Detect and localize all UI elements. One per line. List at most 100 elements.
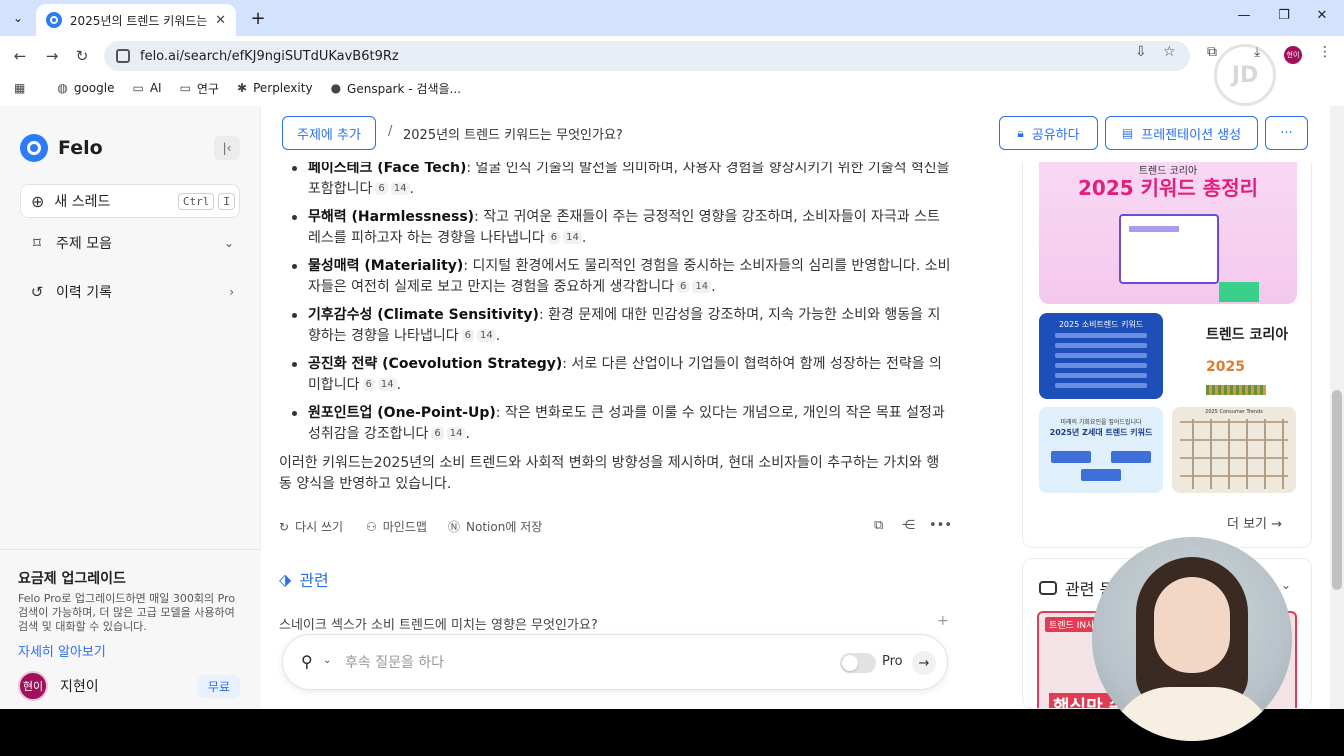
citation-badge[interactable]: 14 bbox=[476, 329, 496, 342]
image-results-panel: 트렌드 코리아 2025 키워드 총정리 2025 소비트렌드 키워드 트렌드 … bbox=[1022, 162, 1312, 548]
plus-icon[interactable]: + bbox=[937, 613, 949, 629]
rewrite-button[interactable]: ↻ 다시 쓰기 bbox=[279, 518, 343, 535]
new-thread-button[interactable]: ⊕ 새 스레드 Ctrl I bbox=[20, 184, 240, 218]
bookmark-ai[interactable]: ▭ AI bbox=[132, 81, 161, 95]
pro-toggle[interactable] bbox=[840, 653, 876, 673]
felo-logo-icon bbox=[20, 134, 48, 162]
sidebar: Felo |‹ ⊕ 새 스레드 Ctrl I ⌑ 주제 모음 ⌄ ↺ 이력 기록… bbox=[0, 106, 261, 709]
felo-favicon-icon bbox=[46, 12, 62, 28]
citation-badge[interactable]: 6 bbox=[547, 231, 561, 244]
citation-badge[interactable]: 14 bbox=[692, 280, 712, 293]
see-more-link[interactable]: 더 보기 → bbox=[1227, 513, 1282, 532]
citation-badge[interactable]: 6 bbox=[375, 182, 388, 195]
sidebar-item-topics[interactable]: ⌑ 주제 모음 ⌄ bbox=[28, 229, 234, 257]
presentation-icon: ▤ bbox=[1121, 126, 1134, 140]
image-result[interactable]: 미래의 기회요인을 짚어드립니다 2025년 Z세대 트렌드 키워드 bbox=[1039, 407, 1163, 493]
citation-badge[interactable]: 6 bbox=[431, 427, 444, 440]
user-row[interactable]: 현이 지현이 무료 bbox=[18, 671, 240, 701]
learn-more-link[interactable]: 자세히 알아보기 bbox=[18, 641, 106, 660]
share-button[interactable]: 🔒︎ 공유하다 bbox=[999, 116, 1098, 150]
back-icon[interactable]: ← bbox=[8, 44, 32, 68]
copy-icon[interactable]: ⧉ bbox=[874, 518, 883, 533]
bookmark-star-icon[interactable]: ☆ bbox=[1163, 44, 1176, 60]
list-item: 공진화 전략 (Coevolution Strategy): 서로 다른 산업이… bbox=[282, 354, 952, 396]
brand[interactable]: Felo bbox=[20, 134, 103, 162]
site-info-icon[interactable] bbox=[116, 49, 130, 63]
lock-icon: 🔒︎ bbox=[1017, 125, 1024, 140]
perplexity-icon: ✱ bbox=[237, 81, 248, 95]
new-tab-icon[interactable]: + bbox=[246, 6, 270, 30]
avatar: 현이 bbox=[18, 671, 48, 701]
history-icon: ↺ bbox=[30, 283, 44, 301]
address-bar[interactable]: felo.ai/search/efKJ9ngiSUTdUKavB6t9Rz bbox=[104, 41, 1190, 71]
apps-grid-icon[interactable]: ▦ bbox=[14, 81, 39, 95]
tab-close-icon[interactable]: ✕ bbox=[215, 13, 226, 28]
profile-avatar[interactable]: 현이 bbox=[1284, 46, 1302, 64]
save-to-notion-button[interactable]: Ⓝ Notion에 저장 bbox=[448, 518, 542, 535]
new-thread-icon: ⊕ bbox=[31, 191, 45, 211]
citation-badge[interactable]: 6 bbox=[362, 378, 375, 391]
citation-badge[interactable]: 14 bbox=[446, 427, 466, 440]
breadcrumb-separator: / bbox=[388, 124, 393, 139]
bookmark-google[interactable]: ◍ google bbox=[57, 81, 114, 95]
citation-badge[interactable]: 6 bbox=[677, 280, 690, 293]
bookmarks-bar: ▦ ◍ google ▭ AI ▭ 연구 ✱ Perplexity ● Genspark … bbox=[0, 76, 1344, 100]
reload-icon[interactable]: ↻ bbox=[70, 44, 94, 68]
chevron-down-icon[interactable]: ⌄ bbox=[1281, 578, 1291, 592]
shortcut-key: I bbox=[218, 192, 235, 210]
citation-badge[interactable]: 14 bbox=[390, 182, 410, 195]
mindmap-icon: ⚇ bbox=[366, 519, 377, 534]
create-presentation-button[interactable]: ▤ 프레젠테이션 생성 bbox=[1105, 116, 1258, 150]
bookmark-research[interactable]: ▭ 연구 bbox=[180, 80, 219, 97]
tab-search-icon[interactable]: ⌄ bbox=[6, 6, 30, 30]
extensions-icon[interactable]: ⧉ bbox=[1207, 44, 1217, 60]
list-item: 기후감수성 (Climate Sensitivity): 환경 문제에 대한 민… bbox=[282, 305, 952, 347]
bookmark-genspark[interactable]: ● Genspark - 검색을... bbox=[331, 80, 461, 97]
search-icon[interactable]: ⚲ bbox=[301, 652, 313, 671]
image-result[interactable]: 2025 Consumer Trends bbox=[1172, 407, 1296, 493]
browser-tab-bar: ⌄ 2025년의 트렌드 키워드는 무엇 ✕ + — ❐ ✕ bbox=[0, 0, 1344, 36]
more-options-button[interactable]: ··· bbox=[1265, 116, 1308, 150]
image-result[interactable]: 2025 소비트렌드 키워드 bbox=[1039, 313, 1163, 399]
plan-badge[interactable]: 무료 bbox=[197, 674, 240, 698]
image-result[interactable]: 트렌드 코리아 2025 bbox=[1172, 313, 1296, 399]
upgrade-title: 요금제 업그레이드 bbox=[18, 571, 126, 587]
user-name: 지현이 bbox=[60, 679, 99, 695]
illustration bbox=[1119, 214, 1219, 284]
forward-icon[interactable]: → bbox=[40, 44, 64, 68]
chevron-down-icon: ⌄ bbox=[223, 236, 234, 250]
follow-up-input[interactable] bbox=[345, 649, 825, 677]
upgrade-panel: 요금제 업그레이드 Felo Pro로 업그레이드하면 매일 300회의 Pro… bbox=[0, 549, 261, 709]
maximize-icon[interactable]: ❐ bbox=[1272, 8, 1296, 23]
upgrade-description: Felo Pro로 업그레이드하면 매일 300회의 Pro 검색이 가능하며,… bbox=[18, 592, 236, 633]
add-to-topic-button[interactable]: 주제에 추가 bbox=[282, 116, 376, 150]
browser-tab[interactable]: 2025년의 트렌드 키워드는 무엇 ✕ bbox=[36, 4, 236, 36]
close-window-icon[interactable]: ✕ bbox=[1310, 8, 1334, 23]
mindmap-button[interactable]: ⚇ 마인드맵 bbox=[366, 518, 427, 535]
refresh-icon: ↻ bbox=[279, 519, 290, 534]
install-app-icon[interactable]: ⇩ bbox=[1135, 44, 1147, 60]
new-thread-label: 새 스레드 bbox=[54, 194, 111, 210]
shortcut-ctrl: Ctrl bbox=[177, 192, 215, 210]
related-question[interactable]: 스네이크 섹스가 소비 트렌드에 미치는 영향은 무엇인가요? bbox=[279, 614, 598, 633]
sidebar-item-history[interactable]: ↺ 이력 기록 › bbox=[28, 278, 234, 306]
browser-menu-icon[interactable]: ⋮ bbox=[1318, 44, 1332, 60]
citation-badge[interactable]: 14 bbox=[563, 231, 582, 244]
video-icon bbox=[1039, 581, 1057, 595]
scrollbar-thumb[interactable] bbox=[1332, 390, 1342, 590]
minimize-icon[interactable]: — bbox=[1232, 8, 1256, 23]
channel-watermark: JD bbox=[1214, 44, 1276, 106]
chevron-right-icon: › bbox=[229, 285, 234, 299]
more-icon[interactable]: ••• bbox=[929, 518, 952, 533]
share-icon[interactable]: ⋲ bbox=[902, 518, 915, 533]
citation-badge[interactable]: 6 bbox=[461, 329, 474, 342]
list-item: 원포인트업 (One-Point-Up): 작은 변화로도 큰 성과를 이룰 수… bbox=[282, 403, 952, 445]
tag-icon: ⬗ bbox=[279, 569, 292, 589]
bookmark-perplexity[interactable]: ✱ Perplexity bbox=[237, 81, 313, 95]
image-result[interactable]: 트렌드 코리아 2025 키워드 총정리 bbox=[1039, 162, 1297, 304]
citation-badge[interactable]: 14 bbox=[377, 378, 397, 391]
collapse-sidebar-icon[interactable]: |‹ bbox=[214, 136, 240, 160]
genspark-icon: ● bbox=[330, 81, 342, 95]
chevron-down-icon[interactable]: ⌄ bbox=[323, 655, 331, 666]
send-button[interactable]: → bbox=[912, 651, 936, 675]
